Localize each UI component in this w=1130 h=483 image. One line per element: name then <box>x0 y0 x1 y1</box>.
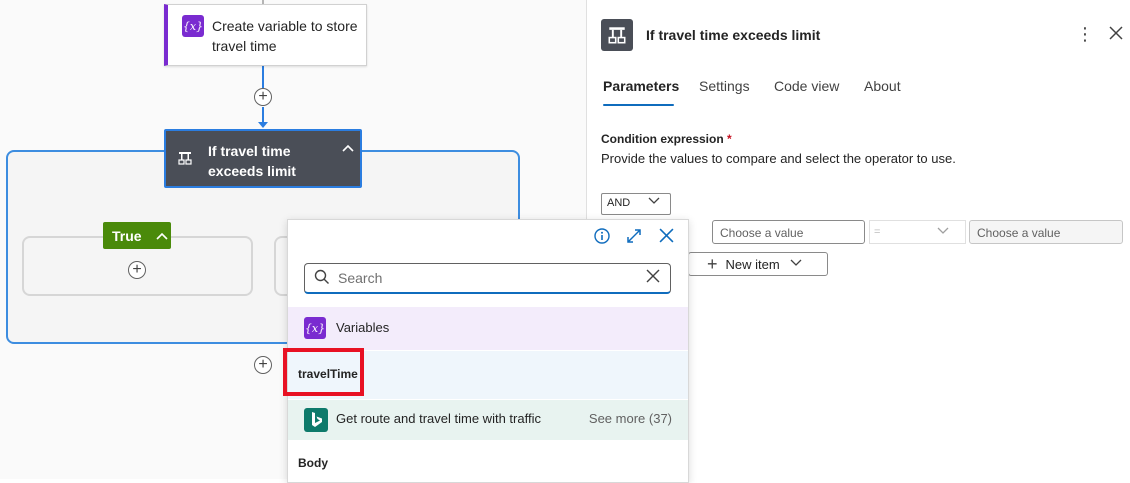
close-icon[interactable] <box>1109 24 1123 45</box>
chevron-up-icon[interactable] <box>156 229 168 243</box>
add-icon: + <box>707 253 718 274</box>
bing-icon <box>304 408 328 432</box>
condition-description: Provide the values to compare and select… <box>601 151 956 166</box>
operator-select[interactable]: = <box>869 220 966 244</box>
operator-value: = <box>874 226 881 238</box>
info-icon[interactable] <box>594 228 610 249</box>
chevron-down-icon <box>937 224 949 238</box>
true-branch-label: True <box>112 227 142 244</box>
token-body[interactable]: Body <box>288 441 688 482</box>
tab-code-view[interactable]: Code view <box>774 78 839 94</box>
clear-search-icon[interactable] <box>646 267 660 288</box>
condition-action-title: If travel time exceeds limit <box>208 143 296 179</box>
new-item-button[interactable]: + New item <box>688 252 828 276</box>
group-bing-route[interactable]: Get route and travel time with traffic S… <box>288 400 688 440</box>
collapse-chevron-icon[interactable] <box>342 139 354 155</box>
active-tab-indicator <box>603 104 674 106</box>
panel-title: If travel time exceeds limit <box>646 27 821 43</box>
group-label: Variables <box>336 320 390 335</box>
right-value-placeholder: Choose a value <box>977 226 1061 240</box>
expand-icon[interactable] <box>626 228 642 249</box>
true-branch-badge[interactable]: True <box>103 222 171 249</box>
group-variables[interactable]: {x} Variables <box>288 307 688 350</box>
tab-parameters[interactable]: Parameters <box>603 78 679 94</box>
add-step-button[interactable]: + <box>254 88 272 106</box>
tab-settings[interactable]: Settings <box>699 78 750 94</box>
left-value-input[interactable]: Choose a value <box>712 220 865 244</box>
token-label: Body <box>298 456 328 470</box>
condition-action-card[interactable]: If travel time exceeds limit <box>164 129 362 188</box>
condition-icon <box>178 151 192 170</box>
add-step-after-condition-button[interactable]: + <box>254 356 272 374</box>
highlight-box <box>283 348 364 396</box>
variable-icon: {x} <box>182 15 204 37</box>
search-input[interactable] <box>338 268 628 288</box>
variable-action-card[interactable]: {x} Create variable to store travel time <box>164 4 367 66</box>
required-mark: * <box>727 132 732 146</box>
see-more-link[interactable]: See more (37) <box>589 411 672 426</box>
condition-expression-label: Condition expression * <box>601 132 732 146</box>
chevron-down-icon <box>790 258 802 270</box>
condition-icon <box>601 19 633 51</box>
search-icon <box>314 269 330 290</box>
more-options-icon[interactable]: ⋮ <box>1076 24 1094 45</box>
group-label: Get route and travel time with traffic <box>336 411 541 426</box>
right-value-input[interactable]: Choose a value <box>969 220 1123 244</box>
new-item-label: New item <box>725 256 780 272</box>
left-value-placeholder: Choose a value <box>720 226 804 240</box>
tab-about[interactable]: About <box>864 78 901 94</box>
group-operator-value: AND <box>607 197 631 209</box>
chevron-down-icon <box>648 196 660 208</box>
close-icon[interactable] <box>659 228 674 248</box>
variable-icon: {x} <box>304 317 326 339</box>
group-operator-select[interactable]: AND <box>601 193 671 215</box>
variable-action-title: Create variable to store travel time <box>212 18 358 54</box>
add-step-true-button[interactable]: + <box>128 261 146 279</box>
search-box[interactable] <box>304 263 671 294</box>
